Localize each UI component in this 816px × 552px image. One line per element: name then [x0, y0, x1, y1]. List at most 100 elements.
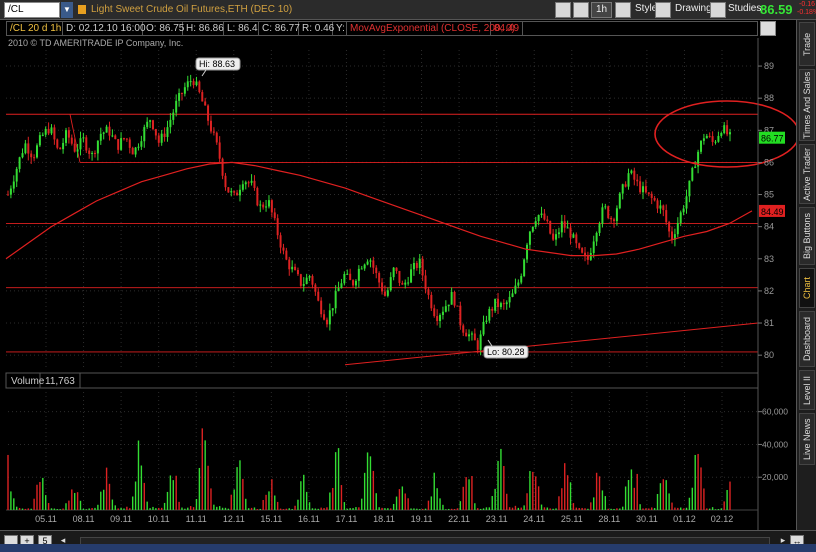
side-tab-chart[interactable]: Chart	[799, 268, 815, 308]
candle-body	[21, 153, 24, 158]
volume-bar	[129, 508, 131, 510]
volume-bar	[166, 491, 169, 510]
candle-body	[207, 105, 210, 121]
time-tick-label: 02.12	[711, 514, 734, 524]
candle-body	[723, 125, 726, 133]
volume-bar	[288, 508, 290, 510]
bar-range: R: 0.46	[299, 22, 334, 35]
time-tick-label: 25.11	[561, 514, 583, 524]
volume-bar	[184, 508, 186, 510]
candle-body	[7, 194, 9, 196]
side-tab-dashboard[interactable]: Dashboard	[799, 311, 815, 367]
candle-body	[401, 282, 404, 285]
volume-bar	[102, 489, 105, 510]
candle-body	[236, 192, 239, 196]
volume-bar	[100, 491, 102, 510]
symbol-lookup-icon[interactable]: ▼	[61, 2, 73, 18]
time-tick-label: 19.11	[411, 514, 433, 524]
volume-bar	[561, 488, 563, 510]
candle-body	[227, 187, 230, 193]
candle-body	[618, 193, 621, 209]
candle-body	[299, 274, 302, 286]
volume-bar	[27, 508, 29, 510]
candle-body	[128, 139, 131, 148]
volume-bar	[523, 505, 525, 510]
candle-body	[50, 127, 53, 134]
candle-body	[372, 260, 375, 268]
candle-body	[415, 262, 418, 268]
candle-body	[279, 235, 282, 248]
candle-body	[543, 213, 546, 220]
time-tick-label: 08.11	[73, 514, 95, 524]
settings-icon[interactable]	[573, 2, 589, 18]
volume-bar	[33, 498, 35, 510]
candle-body	[125, 138, 128, 140]
volume-bar	[294, 505, 296, 510]
candle-body	[552, 233, 555, 240]
volume-bar	[36, 484, 38, 510]
style-icon	[615, 2, 631, 18]
volume-bar	[271, 479, 273, 510]
candle-body	[381, 282, 384, 292]
volume-bar	[575, 507, 578, 510]
candle-body	[12, 181, 15, 189]
flag-icon	[78, 5, 86, 14]
side-tab-big-buttons[interactable]: Big Buttons	[799, 207, 815, 265]
candle-body	[15, 168, 18, 182]
candle-body	[714, 141, 717, 143]
candle-body	[682, 208, 685, 213]
volume-bar	[178, 501, 180, 510]
side-tab-times-and-sales[interactable]: Times And Sales	[799, 69, 815, 141]
candle-body	[433, 308, 436, 317]
volume-bar	[10, 491, 12, 510]
timeframe-button[interactable]: 1h	[591, 2, 613, 18]
volume-bar	[555, 508, 557, 510]
candle-body	[711, 136, 714, 142]
volume-bar	[329, 492, 331, 510]
trend-line[interactable]	[344, 322, 759, 366]
side-tab-active-trader[interactable]: Active Trader	[799, 144, 815, 204]
volume-bar	[720, 508, 723, 510]
side-tab-live-news[interactable]: Live News	[799, 413, 815, 465]
price-chart[interactable]: 2010 © TD AMERITRADE IP Company, Inc. 89…	[0, 36, 796, 530]
candle-body	[172, 112, 175, 120]
volume-bar	[424, 508, 427, 510]
volume-bar	[633, 487, 636, 510]
time-tick-label: 18.11	[373, 514, 395, 524]
volume-bar	[111, 499, 114, 510]
candle-body	[131, 147, 134, 155]
volume-bar	[604, 496, 607, 510]
volume-bar	[221, 507, 224, 510]
expand-icon[interactable]	[555, 2, 571, 18]
volume-bar	[326, 507, 328, 510]
volume-bar	[662, 479, 665, 510]
candle-body	[366, 261, 369, 265]
net-change-value: -0.16	[799, 1, 815, 8]
candle-body	[572, 234, 575, 238]
volume-bar	[314, 508, 317, 510]
candle-body	[642, 186, 645, 193]
symbol-input[interactable]: /CL	[4, 2, 60, 18]
candle-body	[354, 280, 357, 286]
volume-tick-label: 60,000	[762, 407, 788, 417]
support-trendline	[344, 322, 759, 366]
side-tab-trade[interactable]: Trade	[799, 22, 815, 66]
volume-bar	[15, 506, 18, 510]
volume-bar	[601, 490, 604, 510]
aggregation-label[interactable]: /CL 20 d 1h	[7, 22, 63, 35]
volume-bar	[50, 508, 53, 510]
candle-body	[38, 135, 41, 146]
volume-bar	[711, 507, 714, 510]
candle-body	[671, 231, 674, 240]
volume-bar	[274, 495, 276, 510]
study-label[interactable]: MovAvgExponential (CLOSE, 200, 0)	[347, 22, 515, 35]
candle-body	[607, 206, 610, 218]
time-tick-label: 30.11	[636, 514, 658, 524]
side-tab-level-ii[interactable]: Level II	[799, 370, 815, 410]
chart-settings-icon[interactable]	[760, 21, 776, 36]
candle-body	[9, 188, 12, 195]
candle-body	[262, 204, 265, 208]
candle-body	[250, 180, 253, 183]
candle-body	[186, 81, 189, 88]
volume-bar	[44, 495, 47, 510]
